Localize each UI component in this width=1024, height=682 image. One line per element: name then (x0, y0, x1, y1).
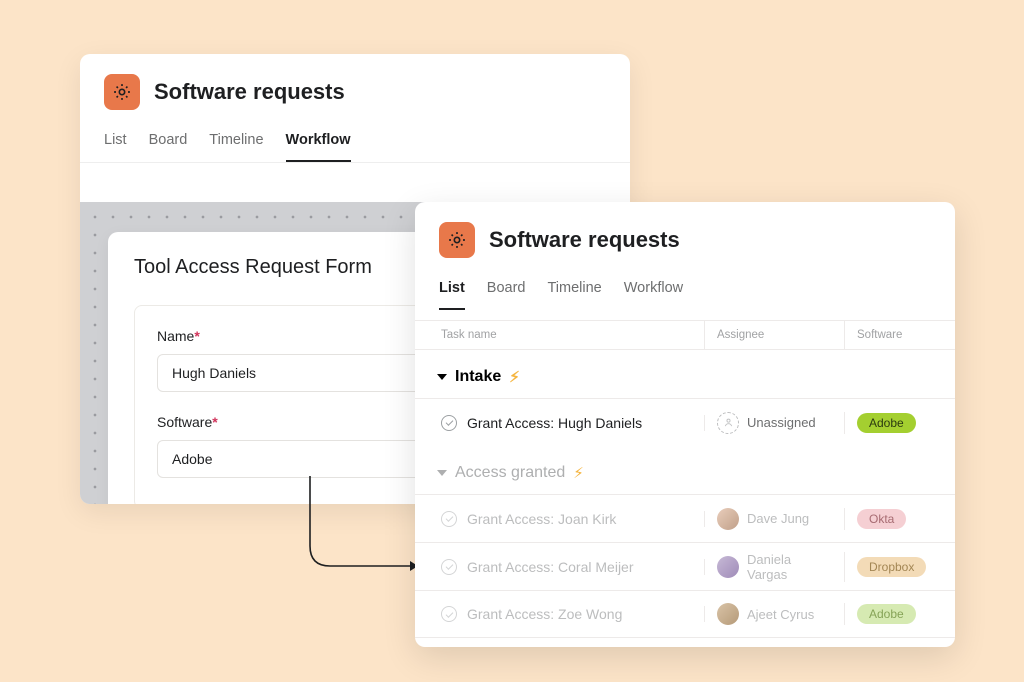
section-access-granted[interactable]: Access granted ⚡︎ (415, 446, 955, 494)
software-cell[interactable]: Adobe (845, 413, 955, 433)
lightning-icon: ⚡︎ (509, 368, 520, 386)
chevron-down-icon (437, 470, 447, 476)
project-icon-tile (104, 74, 140, 110)
list-card: Software requests List Board Timeline Wo… (415, 202, 955, 647)
lightning-icon: ⚡︎ (573, 464, 584, 482)
tab-workflow[interactable]: Workflow (286, 126, 351, 162)
tab-board[interactable]: Board (149, 126, 188, 162)
section-title: Intake (455, 368, 501, 386)
software-cell[interactable]: Adobe (845, 604, 955, 624)
assignee-cell[interactable]: Ajeet Cyrus (705, 603, 845, 625)
check-circle-icon[interactable] (441, 511, 457, 527)
assignee-cell[interactable]: Unassigned (705, 412, 845, 434)
tab-list[interactable]: List (439, 274, 465, 310)
avatar (717, 603, 739, 625)
tab-list[interactable]: List (104, 126, 127, 162)
tab-timeline[interactable]: Timeline (209, 126, 263, 162)
card-header: Software requests (80, 54, 630, 116)
column-software[interactable]: Software (845, 321, 955, 349)
avatar (717, 508, 739, 530)
task-row[interactable]: Grant Access: Zoe Wong Ajeet Cyrus Adobe (415, 590, 955, 638)
task-row[interactable]: Grant Access: Hugh Daniels Unassigned Ad… (415, 398, 955, 446)
check-circle-icon[interactable] (441, 415, 457, 431)
task-name-cell[interactable]: Grant Access: Hugh Daniels (415, 415, 705, 431)
project-title: Software requests (154, 79, 345, 105)
table-header: Task name Assignee Software (415, 320, 955, 350)
task-name: Grant Access: Joan Kirk (467, 511, 616, 527)
gear-icon (447, 230, 467, 250)
avatar (717, 556, 739, 578)
assignee-name: Ajeet Cyrus (747, 607, 814, 622)
assignee-name: Daniela Vargas (747, 552, 832, 582)
required-asterisk: * (212, 414, 217, 430)
unassigned-avatar-icon (717, 412, 739, 434)
check-circle-icon[interactable] (441, 559, 457, 575)
column-task[interactable]: Task name (415, 321, 705, 349)
project-title: Software requests (489, 227, 680, 253)
check-circle-icon[interactable] (441, 606, 457, 622)
task-name: Grant Access: Zoe Wong (467, 606, 622, 622)
required-asterisk: * (194, 328, 199, 344)
assignee-cell[interactable]: Dave Jung (705, 508, 845, 530)
task-name-cell[interactable]: Grant Access: Zoe Wong (415, 606, 705, 622)
field-name-label-text: Name (157, 328, 194, 344)
tab-workflow[interactable]: Workflow (624, 274, 683, 310)
view-tabs-front: List Board Timeline Workflow (415, 264, 955, 310)
software-pill: Dropbox (857, 557, 926, 577)
software-pill: Adobe (857, 604, 916, 624)
task-name-cell[interactable]: Grant Access: Coral Meijer (415, 559, 705, 575)
assignee-cell[interactable]: Daniela Vargas (705, 552, 845, 582)
task-name: Grant Access: Coral Meijer (467, 559, 634, 575)
column-assignee[interactable]: Assignee (705, 321, 845, 349)
section-title: Access granted (455, 464, 565, 482)
task-row[interactable]: Grant Access: Coral Meijer Daniela Varga… (415, 542, 955, 590)
field-software-label-text: Software (157, 414, 212, 430)
software-cell[interactable]: Okta (845, 509, 955, 529)
task-name: Grant Access: Hugh Daniels (467, 415, 642, 431)
software-pill: Okta (857, 509, 906, 529)
software-cell[interactable]: Dropbox (845, 557, 955, 577)
assignee-name: Unassigned (747, 415, 816, 430)
tab-timeline[interactable]: Timeline (547, 274, 601, 310)
chevron-down-icon (437, 374, 447, 380)
card-header: Software requests (415, 202, 955, 264)
view-tabs-back: List Board Timeline Workflow (80, 116, 630, 163)
task-row[interactable]: Grant Access: Joan Kirk Dave Jung Okta (415, 494, 955, 542)
assignee-name: Dave Jung (747, 511, 809, 526)
project-icon-tile (439, 222, 475, 258)
section-intake[interactable]: Intake ⚡︎ (415, 350, 955, 398)
tab-board[interactable]: Board (487, 274, 526, 310)
gear-icon (112, 82, 132, 102)
task-name-cell[interactable]: Grant Access: Joan Kirk (415, 511, 705, 527)
software-pill: Adobe (857, 413, 916, 433)
